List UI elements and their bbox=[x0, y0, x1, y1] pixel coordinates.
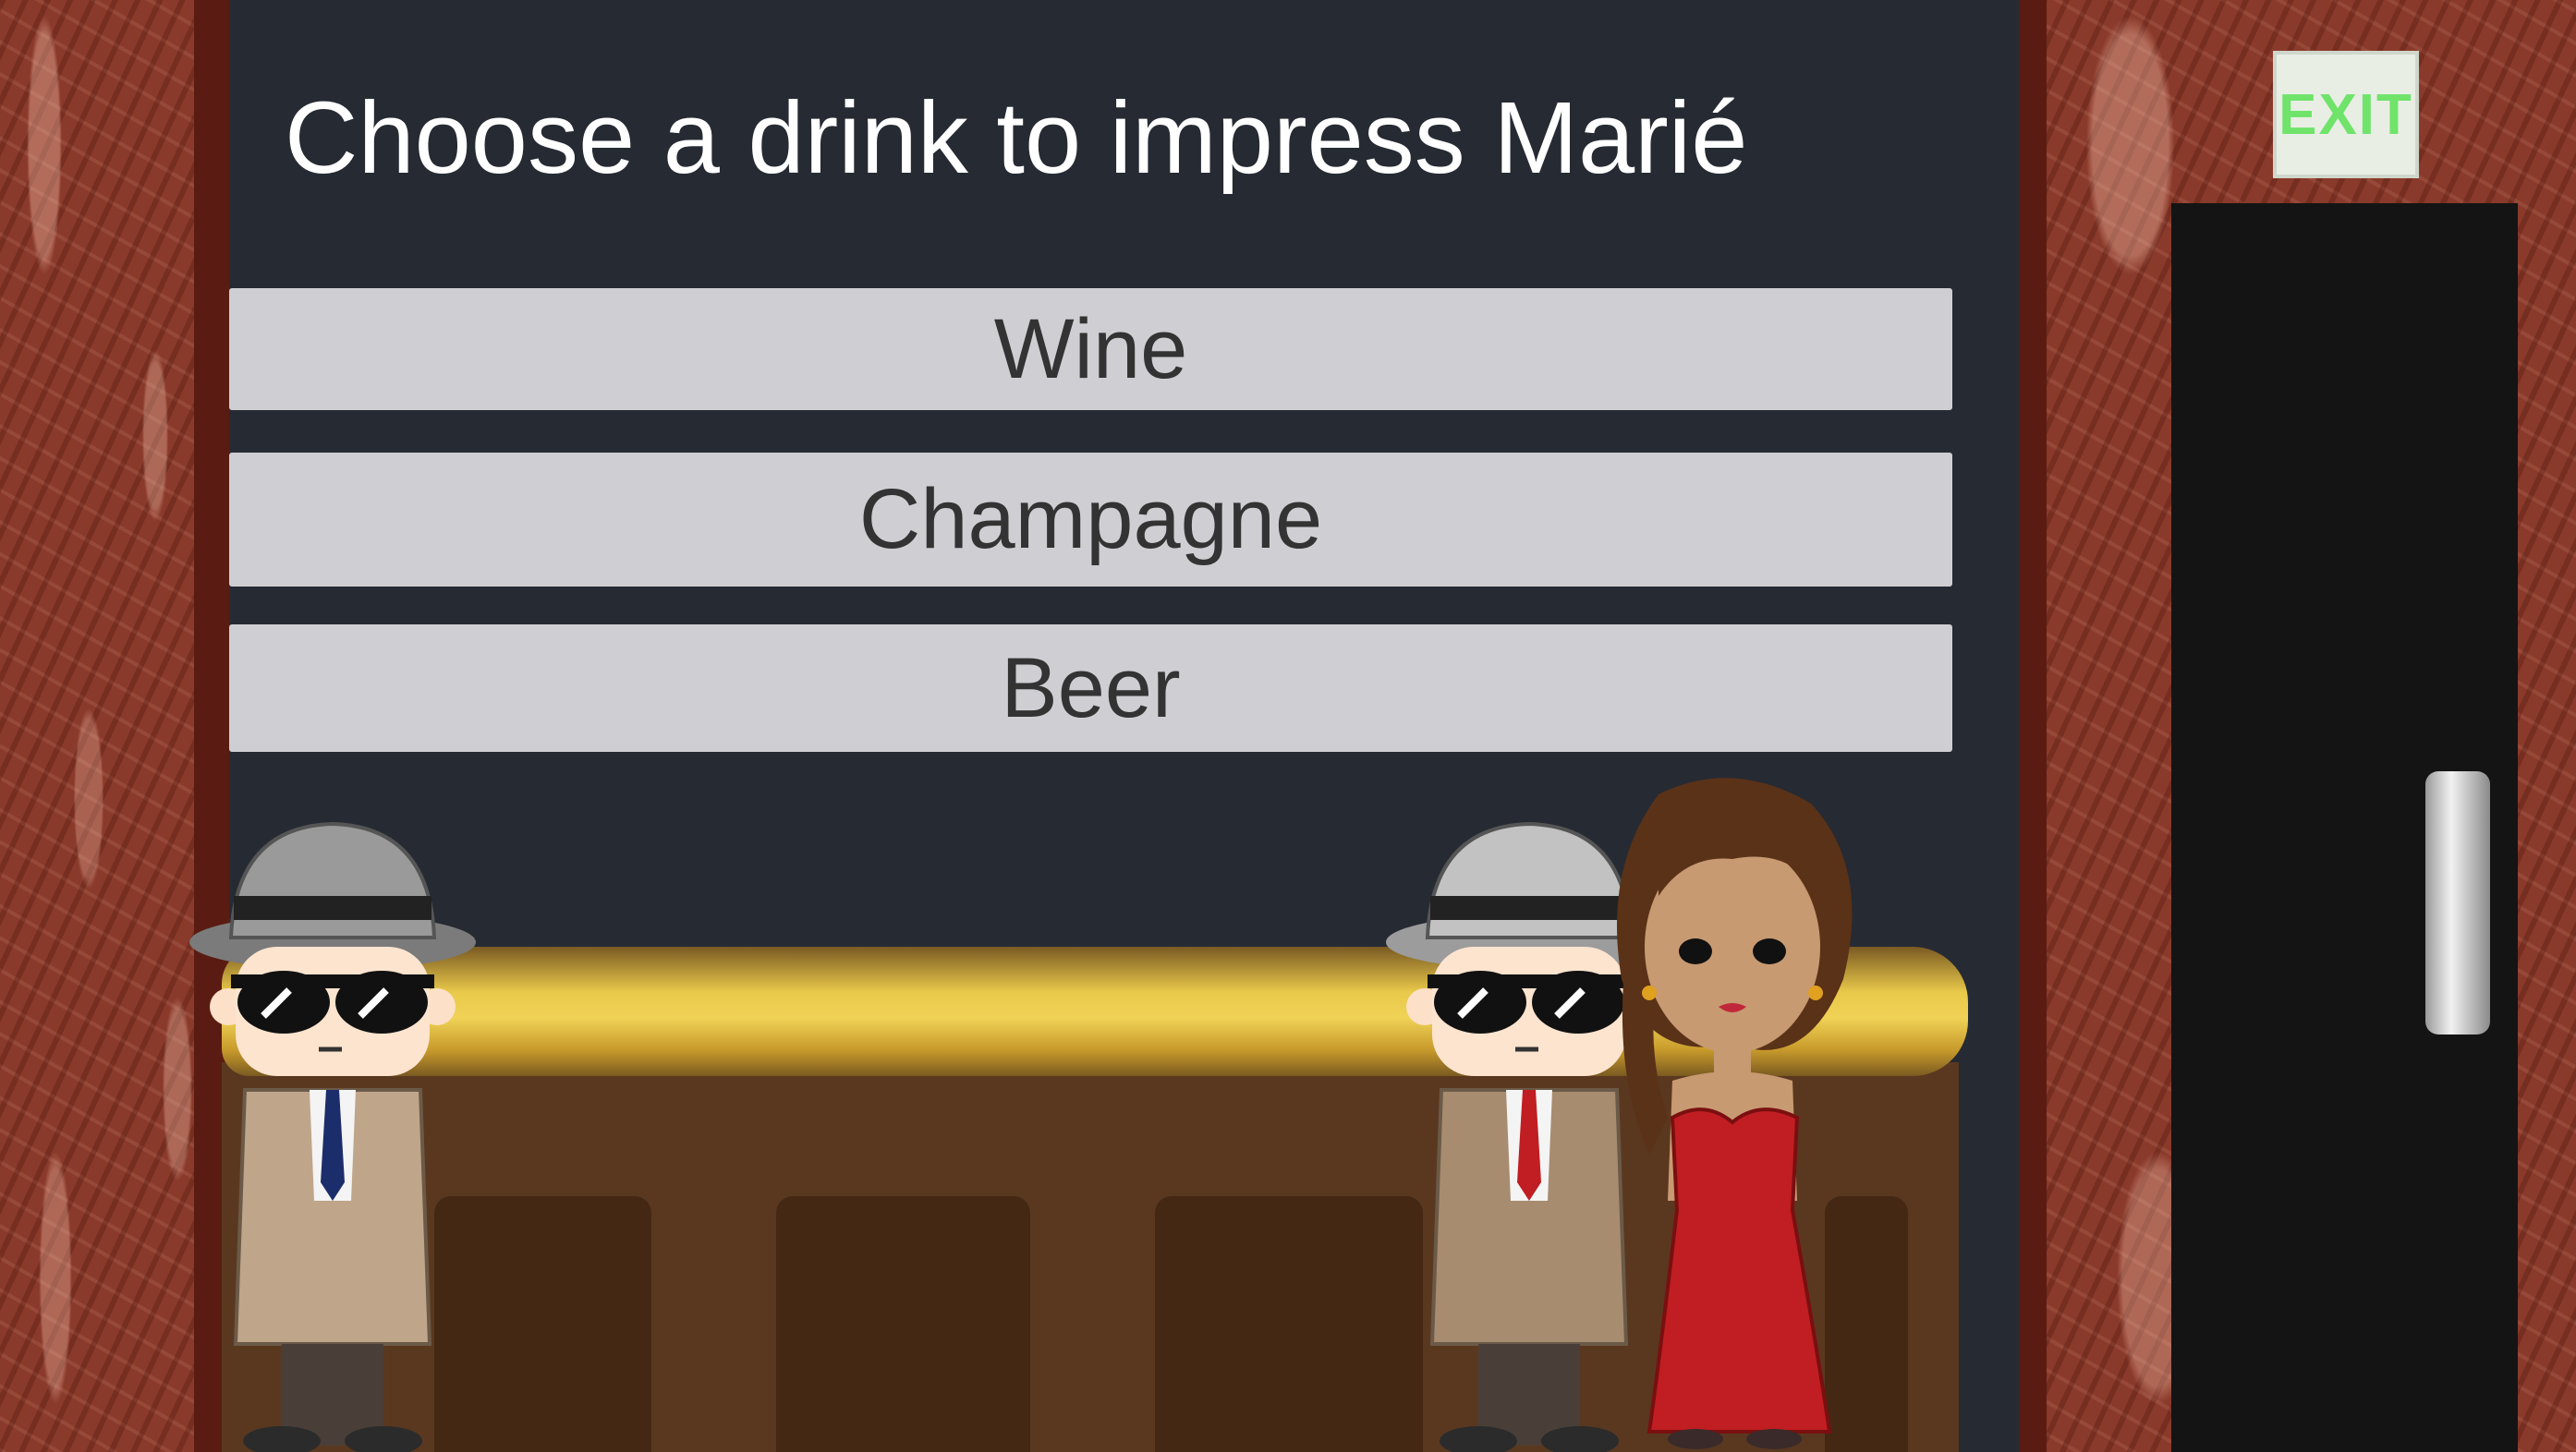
game-scene: EXIT Choose a drink to impress Marié Win… bbox=[0, 0, 2576, 1452]
choice-label: Beer bbox=[1001, 640, 1181, 735]
dialog-title: Choose a drink to impress Marié bbox=[285, 81, 1748, 195]
door-handle[interactable] bbox=[2425, 771, 2490, 1035]
choice-label: Champagne bbox=[858, 472, 1323, 566]
marie-character bbox=[1617, 778, 1853, 1449]
choice-beer-button[interactable]: Beer bbox=[229, 624, 1952, 752]
exit-sign-text: EXIT bbox=[2278, 82, 2413, 147]
exit-sign: EXIT bbox=[2273, 51, 2419, 178]
choice-label: Wine bbox=[993, 301, 1188, 396]
choice-wine-button[interactable]: Wine bbox=[229, 288, 1952, 410]
right-wall-post bbox=[2019, 0, 2047, 1452]
detective-left-character bbox=[189, 821, 476, 1452]
counter-panel bbox=[776, 1196, 1030, 1452]
choice-champagne-button[interactable]: Champagne bbox=[229, 453, 1952, 587]
